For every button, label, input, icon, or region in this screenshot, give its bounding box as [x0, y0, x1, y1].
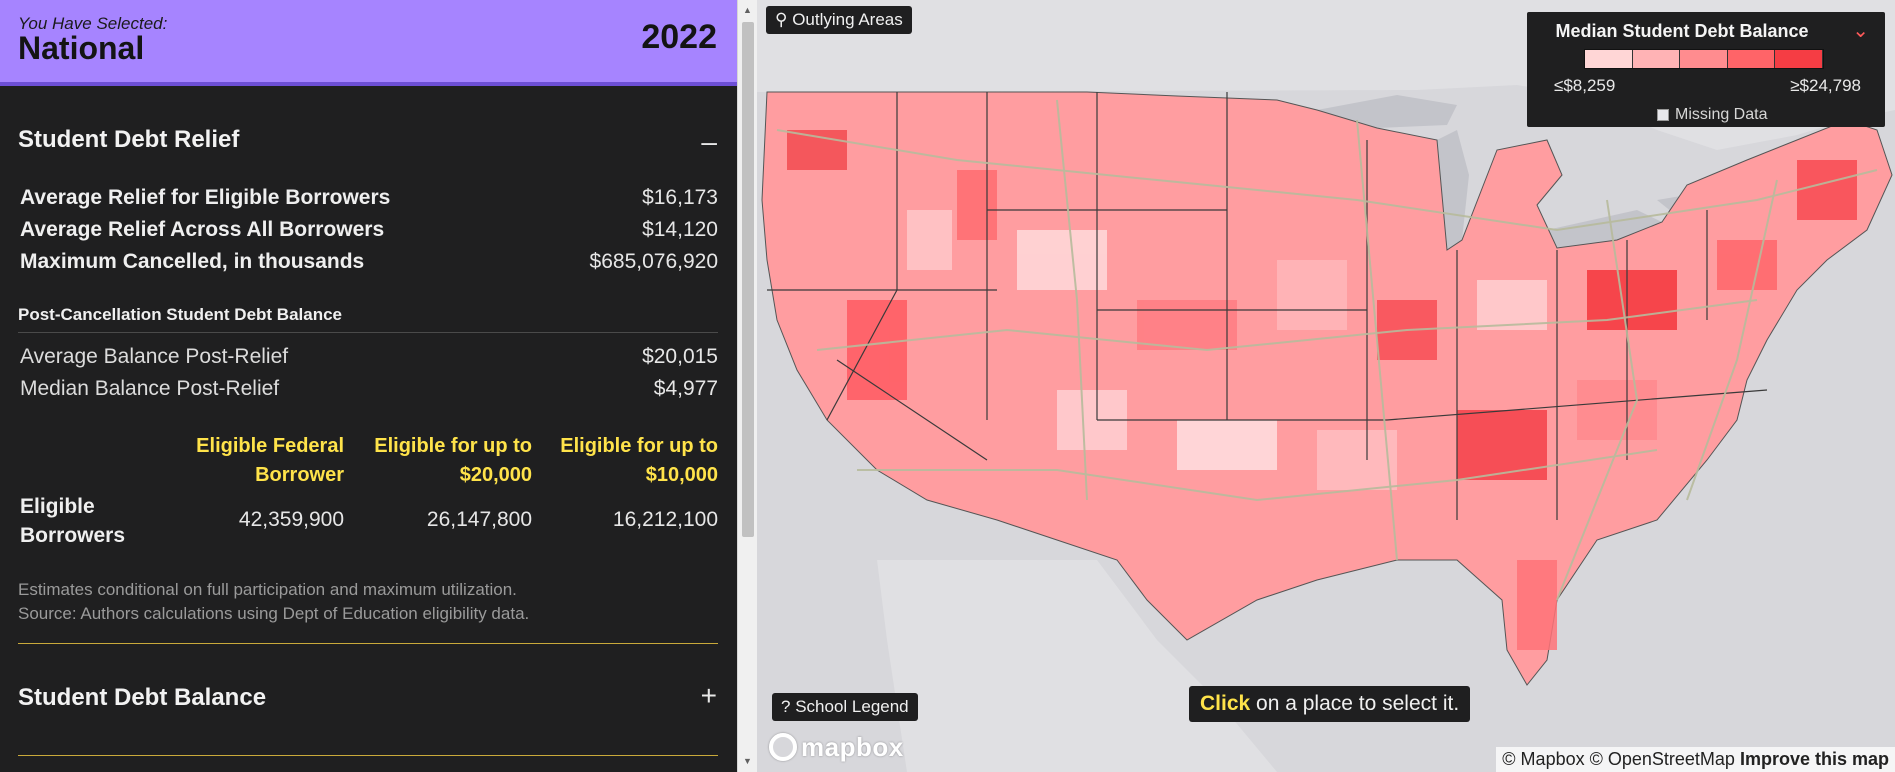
stat-row: Maximum Cancelled, in thousands $685,076… [20, 250, 718, 280]
stat-label: Average Relief Across All Borrowers [20, 218, 385, 241]
info-panel: You Have Selected: National 2022 Student… [0, 0, 737, 772]
stat-value: $14,120 [642, 218, 718, 241]
legend-swatch [1680, 50, 1728, 68]
click-hint-bold: Click [1200, 692, 1251, 715]
post-cancellation-heading: Post-Cancellation Student Debt Balance [18, 305, 342, 324]
balance-expand-toggle[interactable]: + [701, 680, 717, 712]
legend-swatch [1632, 50, 1681, 68]
question-icon: ? [781, 697, 791, 716]
selection-name: National [18, 30, 145, 66]
missing-data-label: Missing Data [1675, 106, 1768, 123]
relief-collapse-toggle[interactable]: – [701, 126, 717, 158]
school-legend-button[interactable]: ? School Legend [772, 693, 918, 721]
missing-data-swatch [1657, 109, 1669, 121]
scroll-thumb[interactable] [742, 22, 754, 537]
legend-max-label: ≥$24,798 [1790, 76, 1861, 95]
section-divider [18, 755, 718, 756]
attribution-text[interactable]: © Mapbox © OpenStreetMap [1502, 749, 1735, 769]
eligible-borrowers-label: Eligible Borrowers [20, 495, 126, 547]
map-pin-icon: ⚲ [775, 10, 788, 29]
column-header-eligible-federal: Eligible Federal Borrower [196, 435, 344, 486]
balance-section-title[interactable]: Student Debt Balance [18, 684, 266, 712]
divider [18, 332, 718, 333]
column-header-up-to-10000: Eligible for up to $10,000 [560, 435, 718, 486]
stat-value: $20,015 [642, 345, 718, 368]
stat-row: Median Balance Post-Relief $4,977 [20, 377, 718, 407]
school-legend-label: School Legend [795, 697, 909, 716]
estimates-note: Estimates conditional on full participat… [18, 580, 517, 599]
stat-value: $16,173 [642, 186, 718, 209]
scroll-up-icon[interactable]: ▲ [743, 5, 752, 15]
source-note: Source: Authors calculations using Dept … [18, 604, 530, 623]
stat-row: Average Balance Post-Relief $20,015 [20, 345, 718, 375]
panel-scrollbar[interactable]: ▲ ▼ [737, 0, 757, 772]
mapbox-ring-icon [769, 733, 797, 761]
outlying-areas-button[interactable]: ⚲ Outlying Areas [766, 6, 912, 34]
stat-label: Average Relief for Eligible Borrowers [20, 186, 391, 209]
stat-row: Average Relief for Eligible Borrowers $1… [20, 186, 718, 216]
selection-header: You Have Selected: National 2022 [0, 0, 737, 86]
outlying-areas-label: Outlying Areas [792, 10, 903, 29]
legend-color-scale [1584, 49, 1824, 69]
section-divider [18, 643, 718, 644]
column-header-up-to-20000: Eligible for up to $20,000 [374, 435, 532, 486]
legend-swatch [1775, 50, 1823, 68]
legend-title: Median Student Debt Balance [1555, 21, 1809, 41]
legend-min-label: ≤$8,259 [1554, 76, 1616, 95]
eligible-10000-value: 16,212,100 [612, 508, 718, 531]
click-hint: Click on a place to select it. [1189, 686, 1471, 722]
click-hint-text: on a place to select it. [1250, 692, 1460, 715]
mapbox-logo[interactable]: mapbox [769, 732, 904, 763]
map-canvas[interactable]: ⚲ Outlying Areas Median Student Debt Bal… [757, 0, 1895, 772]
relief-section-title[interactable]: Student Debt Relief [18, 126, 239, 154]
stat-value: $4,977 [653, 377, 718, 400]
stat-label: Average Balance Post-Relief [20, 345, 289, 368]
improve-map-link[interactable]: Improve this map [1740, 749, 1889, 769]
eligible-federal-value: 42,359,900 [238, 508, 344, 531]
legend-swatch [1727, 50, 1776, 68]
eligible-20000-value: 26,147,800 [426, 508, 532, 531]
selection-year: 2022 [641, 18, 717, 56]
map-attribution: © Mapbox © OpenStreetMap Improve this ma… [1496, 747, 1895, 772]
scroll-down-icon[interactable]: ▼ [743, 756, 752, 766]
chevron-down-icon[interactable]: ⌄ [1852, 18, 1869, 43]
stat-label: Median Balance Post-Relief [20, 377, 280, 400]
legend-swatch [1585, 50, 1633, 68]
stat-row: Average Relief Across All Borrowers $14,… [20, 218, 718, 248]
stat-label: Maximum Cancelled, in thousands [20, 250, 365, 273]
stat-value: $685,076,920 [589, 250, 718, 273]
mapbox-logo-text: mapbox [801, 732, 904, 762]
map-legend[interactable]: Median Student Debt Balance ⌄ ≤$8,259 ≥$… [1527, 12, 1885, 127]
